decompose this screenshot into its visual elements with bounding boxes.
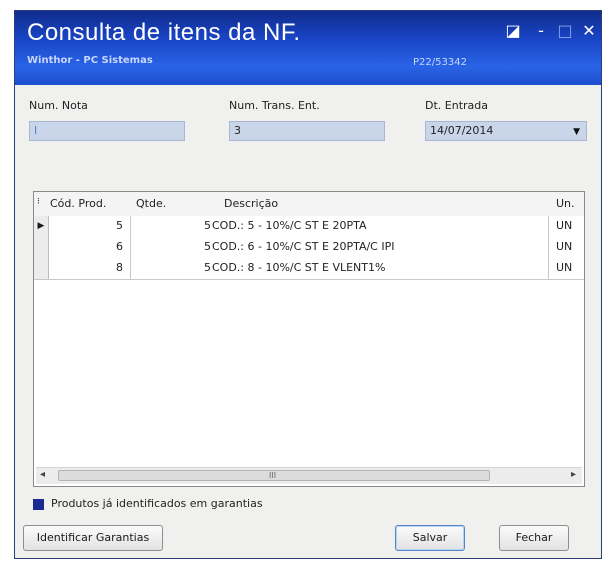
dt-entrada-select[interactable]: 14/07/2014 ▼ bbox=[425, 121, 587, 141]
minimize-button[interactable]: - bbox=[531, 21, 551, 41]
cell-un: UN bbox=[556, 219, 573, 232]
cell-qtde: 5 bbox=[204, 261, 211, 274]
cell-descricao: COD.: 6 - 10%/C ST E 20PTA/C IPI bbox=[212, 240, 395, 253]
column-un[interactable]: Un. bbox=[556, 197, 575, 210]
num-nota-label: Num. Nota bbox=[29, 99, 88, 112]
restore-button[interactable]: ◪ bbox=[503, 21, 523, 41]
identificar-garantias-button[interactable]: Identificar Garantias bbox=[23, 525, 163, 551]
column-cod-prod[interactable]: Cód. Prod. bbox=[50, 197, 106, 210]
column-qtde[interactable]: Qtde. bbox=[136, 197, 166, 210]
cell-un: UN bbox=[556, 240, 573, 253]
column-descricao[interactable]: Descrição bbox=[224, 197, 278, 210]
column-divider bbox=[548, 216, 549, 279]
grid-header: ⁝ Cód. Prod. Qtde. Descrição Un. bbox=[34, 192, 584, 217]
row-indicator bbox=[34, 237, 49, 258]
column-divider bbox=[130, 216, 131, 279]
legend-text: Produtos já identificados em garantias bbox=[51, 497, 263, 510]
horizontal-scrollbar[interactable]: ◂ III ▸ bbox=[36, 467, 582, 484]
cell-un: UN bbox=[556, 261, 573, 274]
window-subtitle: Winthor - PC Sistemas bbox=[27, 55, 153, 66]
cell-qtde: 5 bbox=[204, 219, 211, 232]
table-row[interactable]: ▶ 5 5 COD.: 5 - 10%/C ST E 20PTA UN bbox=[34, 216, 584, 238]
cell-qtde: 5 bbox=[204, 240, 211, 253]
cell-cod-prod: 6 bbox=[116, 240, 123, 253]
legend-color-swatch bbox=[33, 499, 44, 510]
scroll-right-icon[interactable]: ▸ bbox=[571, 469, 576, 480]
scroll-grip: III bbox=[269, 471, 277, 480]
save-button[interactable]: Salvar bbox=[395, 525, 465, 551]
dt-entrada-value: 14/07/2014 bbox=[430, 124, 494, 137]
column-menu-icon[interactable]: ⁝ bbox=[37, 197, 40, 207]
cell-cod-prod: 8 bbox=[116, 261, 123, 274]
cell-descricao: COD.: 5 - 10%/C ST E 20PTA bbox=[212, 219, 367, 232]
window-title: Consulta de itens da NF. bbox=[27, 19, 301, 46]
num-trans-label: Num. Trans. Ent. bbox=[229, 99, 320, 112]
close-button[interactable]: ✕ bbox=[579, 21, 599, 41]
num-trans-field[interactable]: 3 bbox=[229, 121, 385, 141]
table-row[interactable]: 8 5 COD.: 8 - 10%/C ST E VLENT1% UN bbox=[34, 258, 584, 280]
num-nota-field[interactable]: I bbox=[29, 121, 185, 141]
cell-descricao: COD.: 8 - 10%/C ST E VLENT1% bbox=[212, 261, 386, 274]
chevron-down-icon[interactable]: ▼ bbox=[573, 123, 580, 141]
row-indicator bbox=[34, 258, 49, 279]
dialog-window: Consulta de itens da NF. Winthor - PC Si… bbox=[14, 10, 602, 559]
scroll-thumb[interactable]: III bbox=[58, 470, 490, 481]
close-dialog-button[interactable]: Fechar bbox=[499, 525, 569, 551]
table-row[interactable]: 6 5 COD.: 6 - 10%/C ST E 20PTA/C IPI UN bbox=[34, 237, 584, 259]
routine-code: P22/53342 bbox=[413, 57, 467, 68]
row-pointer-icon: ▶ bbox=[34, 216, 49, 237]
maximize-button[interactable]: □ bbox=[555, 21, 575, 41]
title-bar[interactable]: Consulta de itens da NF. Winthor - PC Si… bbox=[15, 11, 601, 85]
cell-cod-prod: 5 bbox=[116, 219, 123, 232]
scroll-left-icon[interactable]: ◂ bbox=[40, 469, 45, 480]
dt-entrada-label: Dt. Entrada bbox=[425, 99, 488, 112]
items-grid: ⁝ Cód. Prod. Qtde. Descrição Un. ▶ 5 5 C… bbox=[33, 191, 585, 487]
